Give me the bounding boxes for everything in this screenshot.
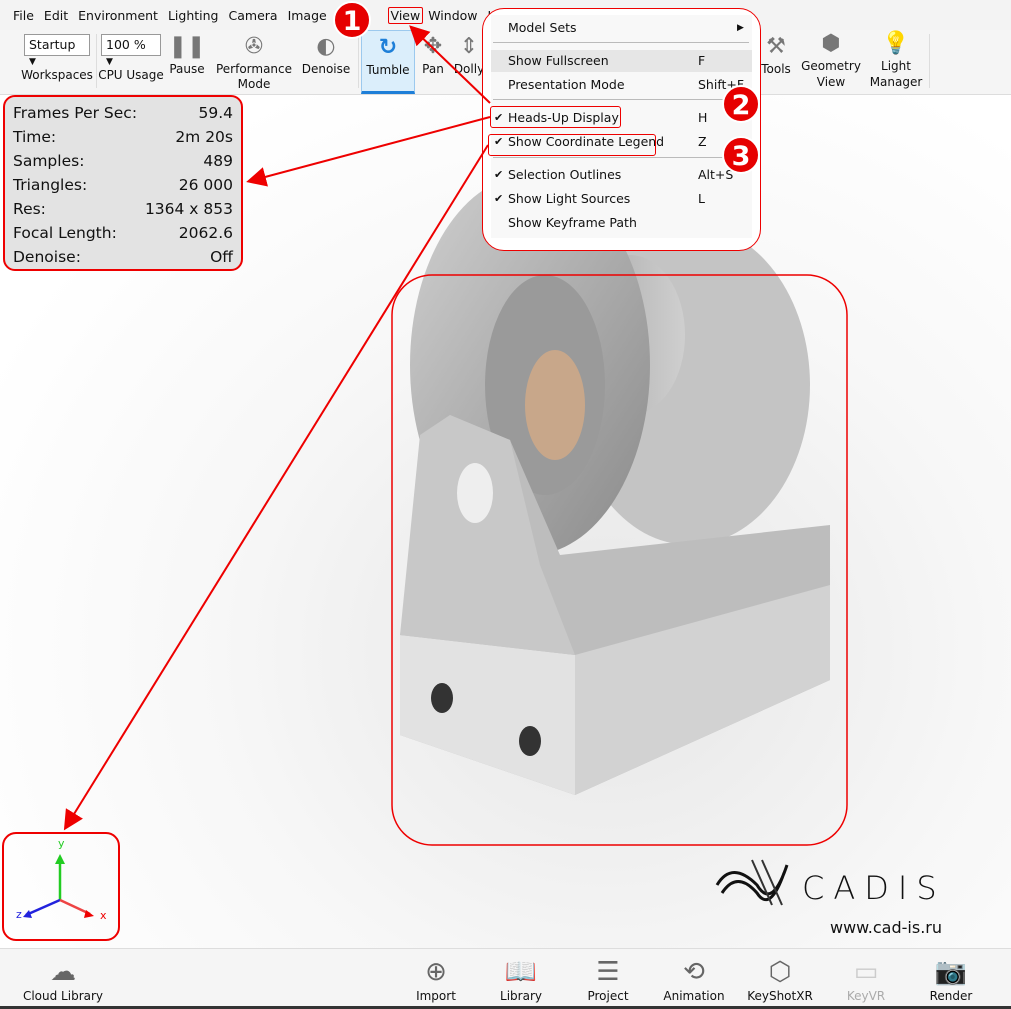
- step-badge-2: 2: [722, 85, 760, 123]
- project-label: Project: [587, 989, 629, 1003]
- keyshotxr-icon: ⬡: [768, 957, 792, 987]
- import-label: Import: [416, 989, 456, 1003]
- render-icon: 📷: [934, 957, 968, 987]
- animation-icon: ⟲: [683, 957, 705, 987]
- render-button[interactable]: 📷 Render: [925, 955, 977, 1003]
- book-icon: 📖: [504, 957, 538, 987]
- import-icon: ⊕: [425, 957, 447, 987]
- cadis-logo-mark: [715, 859, 789, 906]
- keyvr-button[interactable]: ▭ KeyVR: [840, 955, 892, 1003]
- cloud-library-label: Cloud Library: [22, 989, 104, 1003]
- cloud-library-button[interactable]: ☁ Cloud Library: [20, 955, 106, 1003]
- cadis-wordmark: CADIS: [802, 869, 946, 907]
- render-label: Render: [929, 989, 973, 1003]
- step-badge-1: 1: [333, 1, 371, 39]
- animation-button[interactable]: ⟲ Animation: [662, 955, 726, 1003]
- cadis-url: www.cad-is.ru: [830, 918, 942, 937]
- bottom-toolbar: ☁ Cloud Library ⊕ Import 📖 Library ☰ Project…: [0, 948, 1011, 1009]
- cadis-logo: CADIS www.cad-is.ru: [712, 855, 962, 940]
- axis-z-label: z: [16, 908, 22, 921]
- project-icon: ☰: [596, 957, 620, 987]
- library-button[interactable]: 📖 Library: [495, 955, 547, 1003]
- coordinate-legend: y z x: [2, 832, 120, 941]
- keyshotxr-label: KeyShotXR: [747, 989, 813, 1003]
- library-label: Library: [500, 989, 542, 1003]
- step-badge-3: 3: [722, 136, 760, 174]
- cloud-library-icon: ☁: [50, 957, 76, 987]
- import-button[interactable]: ⊕ Import: [410, 955, 462, 1003]
- axis-x-label: x: [100, 909, 107, 922]
- axis-y-label: y: [58, 837, 65, 850]
- keyvr-label: KeyVR: [846, 989, 886, 1003]
- vr-headset-icon: ▭: [853, 957, 879, 987]
- animation-label: Animation: [663, 989, 725, 1003]
- keyshotxr-button[interactable]: ⬡ KeyShotXR: [744, 955, 816, 1003]
- project-button[interactable]: ☰ Project: [582, 955, 634, 1003]
